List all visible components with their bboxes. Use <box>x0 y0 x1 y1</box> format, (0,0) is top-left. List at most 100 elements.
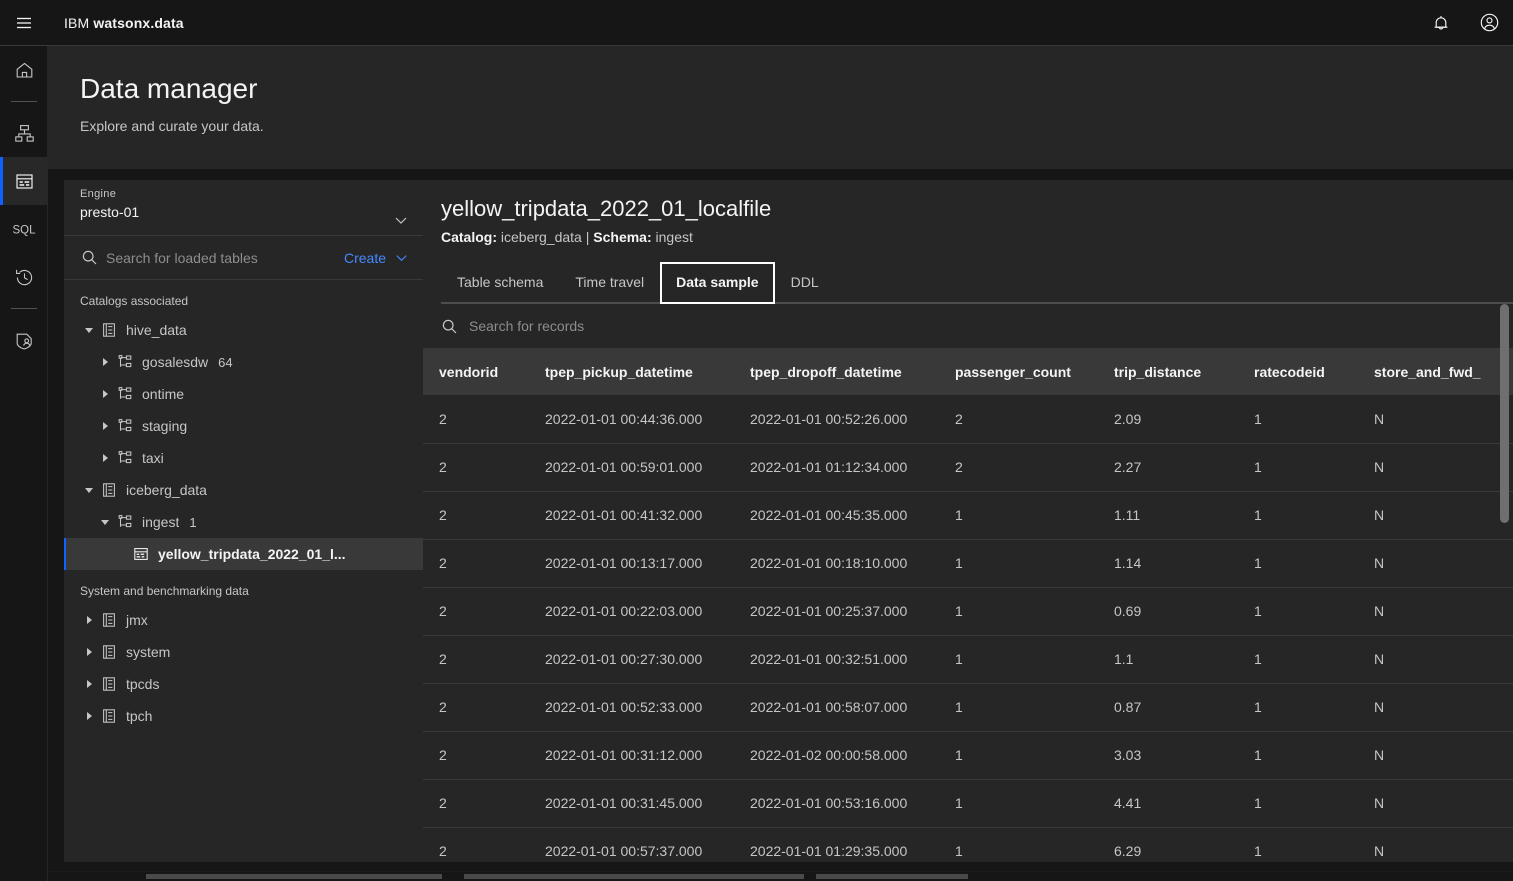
catalog-label: Catalog: <box>441 229 497 245</box>
caret-right-icon[interactable] <box>96 357 114 367</box>
tree-node-tpch[interactable]: tpch <box>64 700 423 732</box>
cell-store_and_fwd_: N <box>1358 491 1513 540</box>
tree-node-label: tpch <box>126 708 153 724</box>
tree-node-ingest[interactable]: ingest 1 <box>64 506 423 538</box>
table-row[interactable]: 2 2022-01-01 00:31:45.000 2022-01-01 00:53… <box>423 779 1513 828</box>
table-row[interactable]: 2 2022-01-01 00:44:36.000 2022-01-01 00:52… <box>423 395 1513 444</box>
tree-node-ontime[interactable]: ontime <box>64 378 423 410</box>
engine-selector[interactable]: Engine presto-01 <box>64 180 423 236</box>
tab-table-schema[interactable]: Table schema <box>441 262 560 304</box>
cell-tpep_pickup_datetime: 2022-01-01 00:22:03.000 <box>529 587 734 636</box>
history-icon <box>14 267 35 288</box>
tab-ddl[interactable]: DDL <box>774 262 835 304</box>
caret-right-icon[interactable] <box>80 679 98 689</box>
cell-tpep_pickup_datetime: 2022-01-01 00:31:45.000 <box>529 779 734 828</box>
create-button[interactable]: Create <box>336 250 409 266</box>
caret-right-icon[interactable] <box>80 615 98 625</box>
table-row[interactable]: 2 2022-01-01 00:52:33.000 2022-01-01 00:58… <box>423 683 1513 732</box>
sidebar-item-home[interactable] <box>0 46 48 94</box>
data-grid: vendorid tpep_pickup_datetime tpep_dropoff… <box>423 348 1513 862</box>
cell-tpep_pickup_datetime: 2022-01-01 00:13:17.000 <box>529 539 734 588</box>
tree-node-yellow_tripdata_2022_01_l[interactable]: yellow_tripdata_2022_01_l... <box>64 538 423 570</box>
notifications-button[interactable] <box>1417 0 1465 45</box>
column-header-vendorid[interactable]: vendorid <box>423 348 529 395</box>
cell-tpep_dropoff_datetime: 2022-01-02 00:00:58.000 <box>734 731 939 780</box>
cell-vendorid: 2 <box>423 395 529 444</box>
vertical-scrollbar[interactable] <box>1497 304 1511 862</box>
table-body: 2 2022-01-01 00:44:36.000 2022-01-01 00:52… <box>423 395 1513 862</box>
column-header-store_and_fwd_[interactable]: store_and_fwd_ <box>1358 348 1513 395</box>
tree-node-hive_data[interactable]: hive_data <box>64 314 423 346</box>
tree-node-taxi[interactable]: taxi <box>64 442 423 474</box>
search-input[interactable] <box>102 249 336 266</box>
caret-right-icon[interactable] <box>96 453 114 463</box>
schema-value: ingest <box>655 229 693 245</box>
cell-passenger_count: 1 <box>939 683 1098 732</box>
tree-node-tpcds[interactable]: tpcds <box>64 668 423 700</box>
catalog-tree-nodes: hive_data gosalesdw 64 ontime staging taxi ice… <box>64 314 423 570</box>
tree-node-label: yellow_tripdata_2022_01_l... <box>158 546 346 562</box>
tree-node-gosalesdw[interactable]: gosalesdw 64 <box>64 346 423 378</box>
table-row[interactable]: 2 2022-01-01 00:31:12.000 2022-01-02 00:00… <box>423 731 1513 780</box>
horizontal-scrollbar-thumb-3[interactable] <box>816 874 968 879</box>
caret-down-icon[interactable] <box>80 485 98 495</box>
tab-time-travel[interactable]: Time travel <box>559 262 661 304</box>
cell-ratecodeid: 1 <box>1238 587 1358 636</box>
table-row[interactable]: 2 2022-01-01 00:41:32.000 2022-01-01 00:45… <box>423 491 1513 540</box>
catalog-icon <box>98 612 120 628</box>
tab-data-sample[interactable]: Data sample <box>660 262 775 304</box>
caret-right-icon[interactable] <box>80 647 98 657</box>
tree-node-label: jmx <box>126 612 148 628</box>
cell-passenger_count: 1 <box>939 731 1098 780</box>
table-row[interactable]: 2 2022-01-01 00:13:17.000 2022-01-01 00:18… <box>423 539 1513 588</box>
table-row[interactable]: 2 2022-01-01 00:22:03.000 2022-01-01 00:25… <box>423 587 1513 636</box>
cell-vendorid: 2 <box>423 443 529 492</box>
cell-store_and_fwd_: N <box>1358 587 1513 636</box>
tree-node-staging[interactable]: staging <box>64 410 423 442</box>
table-row[interactable]: 2 2022-01-01 00:27:30.000 2022-01-01 00:32… <box>423 635 1513 684</box>
tree-node-iceberg_data[interactable]: iceberg_data <box>64 474 423 506</box>
column-header-ratecodeid[interactable]: ratecodeid <box>1238 348 1358 395</box>
catalog-icon <box>98 482 120 498</box>
vertical-scrollbar-thumb[interactable] <box>1500 304 1509 523</box>
group-label-system: System and benchmarking data <box>80 584 249 598</box>
cell-tpep_pickup_datetime: 2022-01-01 00:44:36.000 <box>529 395 734 444</box>
horizontal-scrollbar-thumb-1[interactable] <box>146 874 442 879</box>
schema-icon <box>114 354 136 370</box>
caret-down-icon[interactable] <box>80 325 98 335</box>
horizontal-scrollbar-thumb-2[interactable] <box>464 874 804 879</box>
user-access-icon <box>14 330 35 351</box>
cell-passenger_count: 1 <box>939 635 1098 684</box>
column-header-tpep_dropoff_datetime[interactable]: tpep_dropoff_datetime <box>734 348 939 395</box>
cell-ratecodeid: 1 <box>1238 779 1358 828</box>
caret-right-icon[interactable] <box>96 389 114 399</box>
sidebar-item-sql[interactable]: SQL <box>0 205 48 253</box>
tree-node-jmx[interactable]: jmx <box>64 604 423 636</box>
tree-node-system[interactable]: system <box>64 636 423 668</box>
sidebar-item-infrastructure[interactable] <box>0 109 48 157</box>
chevron-down-icon <box>394 250 409 265</box>
app-root: IBM watsonx.data SQL Data manager Explor… <box>0 0 1513 881</box>
sidebar-item-access-control[interactable] <box>0 316 48 364</box>
column-header-passenger_count[interactable]: passenger_count <box>939 348 1098 395</box>
brand-title[interactable]: IBM watsonx.data <box>64 15 184 31</box>
record-search-input[interactable] <box>469 318 1513 334</box>
catalog-icon <box>98 708 120 724</box>
cell-tpep_dropoff_datetime: 2022-01-01 00:53:16.000 <box>734 779 939 828</box>
caret-right-icon[interactable] <box>80 711 98 721</box>
caret-right-icon[interactable] <box>96 421 114 431</box>
schema-icon <box>114 514 136 530</box>
table-row[interactable]: 2 2022-01-01 00:57:37.000 2022-01-01 01:29… <box>423 827 1513 862</box>
hamburger-menu-button[interactable] <box>0 0 48 45</box>
table-head: vendorid tpep_pickup_datetime tpep_dropoff… <box>423 348 1513 395</box>
horizontal-scrollbar[interactable] <box>96 872 1513 881</box>
table-row[interactable]: 2 2022-01-01 00:59:01.000 2022-01-01 01:12… <box>423 443 1513 492</box>
sidebar-item-query-history[interactable] <box>0 253 48 301</box>
caret-down-icon[interactable] <box>96 517 114 527</box>
cell-ratecodeid: 1 <box>1238 683 1358 732</box>
column-header-tpep_pickup_datetime[interactable]: tpep_pickup_datetime <box>529 348 734 395</box>
svg-text:SQL: SQL <box>12 225 36 237</box>
column-header-trip_distance[interactable]: trip_distance <box>1098 348 1238 395</box>
account-button[interactable] <box>1465 0 1513 45</box>
sidebar-item-data-manager[interactable] <box>0 157 48 205</box>
